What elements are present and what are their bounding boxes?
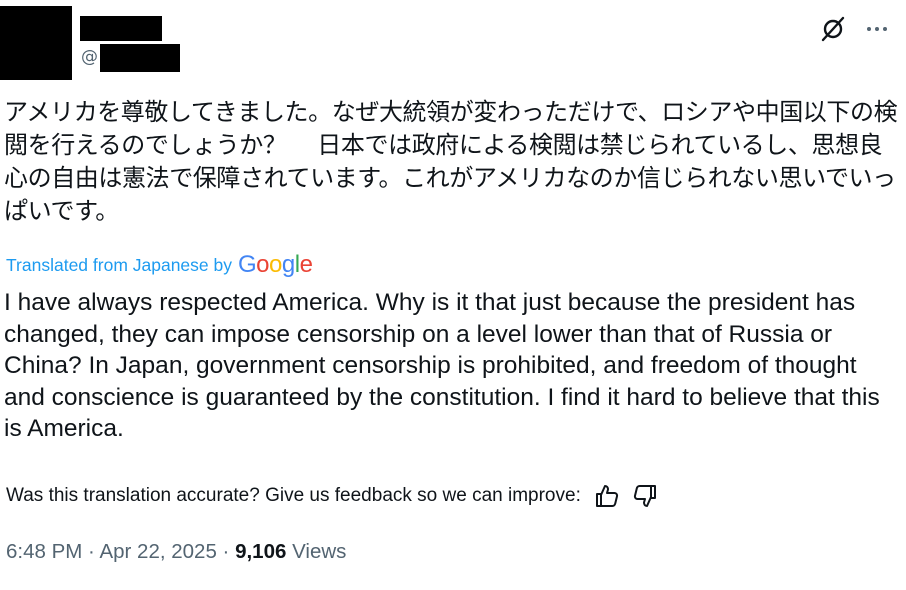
translation-feedback: Was this translation accurate? Give us f… bbox=[6, 482, 659, 510]
feedback-prompt: Was this translation accurate? Give us f… bbox=[6, 485, 581, 506]
tweet-time[interactable]: 6:48 PM bbox=[6, 540, 82, 563]
avatar-redacted[interactable] bbox=[0, 6, 72, 80]
tweet-original-text: アメリカを尊敬してきました。なぜ大統領が変わっただけで、ロシアや中国以下の検閲を… bbox=[4, 98, 898, 225]
display-name-redacted[interactable] bbox=[80, 16, 162, 41]
grok-icon[interactable] bbox=[818, 14, 848, 44]
thumbs-up-icon[interactable] bbox=[593, 482, 621, 510]
views-count: 9,106 bbox=[235, 540, 287, 563]
translation-attribution[interactable]: Translated from Japanese by Google bbox=[6, 251, 313, 279]
tweet-translated-text: I have always respected America. Why is … bbox=[4, 289, 880, 442]
views-label: Views bbox=[286, 540, 347, 563]
more-icon[interactable] bbox=[862, 14, 892, 44]
thumbs-down-icon[interactable] bbox=[631, 482, 659, 510]
google-logo: Google bbox=[238, 251, 313, 278]
tweet-date[interactable]: Apr 22, 2025 bbox=[99, 540, 216, 563]
handle-at-sign: @ bbox=[81, 47, 98, 67]
translated-from-label: Translated from Japanese by bbox=[6, 254, 232, 275]
tweet-meta: 6:48 PM · Apr 22, 2025 · 9,106 Views bbox=[6, 540, 347, 563]
handle-redacted[interactable] bbox=[100, 44, 180, 72]
